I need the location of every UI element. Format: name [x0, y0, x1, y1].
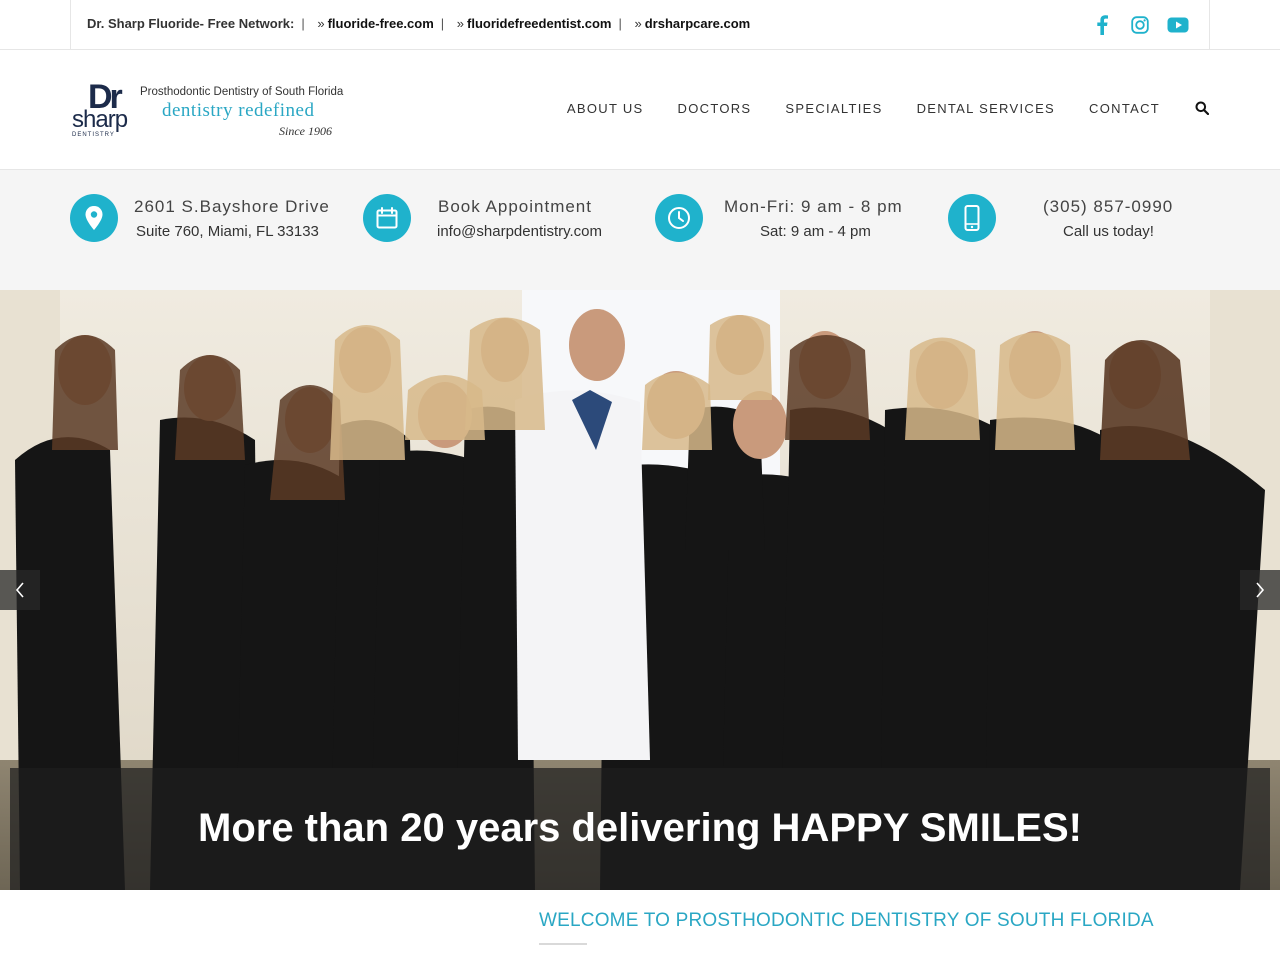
separator: |: [618, 16, 622, 31]
welcome-divider: [539, 943, 587, 945]
phone-icon: [948, 194, 996, 242]
link-fluoride-free[interactable]: fluoride-free.com: [328, 16, 434, 31]
search-icon[interactable]: [1194, 100, 1210, 116]
logo-tagline-top: Prosthodontic Dentistry of South Florida: [140, 86, 344, 98]
nav-about-us[interactable]: ABOUT US: [567, 101, 644, 116]
site-logo[interactable]: Dr sharp DENTISTRY Prosthodontic Dentist…: [70, 78, 344, 142]
hero-slider: More than 20 years delivering HAPPY SMIL…: [0, 290, 1280, 890]
info-address-line2: Suite 760, Miami, FL 33133: [136, 223, 319, 240]
info-phone-number[interactable]: (305) 857-0990: [1043, 197, 1173, 217]
info-appointment-email[interactable]: info@sharpdentistry.com: [437, 223, 602, 240]
chevron-right-icon: [1256, 582, 1265, 598]
network-label: Dr. Sharp Fluoride- Free Network:: [87, 16, 295, 31]
nav-dental-services[interactable]: DENTAL SERVICES: [917, 101, 1055, 116]
welcome-heading: WELCOME TO PROSTHODONTIC DENTISTRY OF SO…: [539, 910, 1154, 931]
slider-caption-box: More than 20 years delivering HAPPY SMIL…: [10, 768, 1270, 890]
info-hours-line1: Mon-Fri: 9 am - 8 pm: [724, 197, 903, 216]
calendar-icon: [363, 194, 411, 242]
logo-mark-sharp: sharp: [72, 106, 128, 133]
slider-caption: More than 20 years delivering HAPPY SMIL…: [198, 806, 1082, 850]
separator: |: [301, 16, 305, 31]
info-phone-line2: Call us today!: [1063, 223, 1154, 240]
chevron-left-icon: [15, 582, 24, 598]
link-prefix: »: [317, 16, 325, 31]
top-bar: Dr. Sharp Fluoride- Free Network: | » fluo…: [0, 0, 1280, 50]
location-pin-icon: [70, 194, 118, 242]
clock-icon: [655, 194, 703, 242]
logo-mark-dentistry: DENTISTRY: [72, 132, 115, 138]
info-hours: Mon-Fri: 9 am - 8 pm Sat: 9 am - 4 pm: [655, 194, 915, 244]
info-phone: (305) 857-0990 Call us today!: [948, 194, 1210, 244]
nav-doctors[interactable]: DOCTORS: [678, 101, 752, 116]
info-address: 2601 S.Bayshore Drive Suite 760, Miami, …: [70, 194, 332, 244]
link-prefix: »: [634, 16, 642, 31]
social-links: [1091, 14, 1189, 36]
logo-tagline-main: dentistry redefined: [162, 100, 315, 121]
site-header: Dr sharp DENTISTRY Prosthodontic Dentist…: [0, 50, 1280, 170]
info-appointment: Book Appointment info@sharpdentistry.com: [363, 194, 613, 244]
link-prefix: »: [456, 16, 465, 31]
network-links: Dr. Sharp Fluoride- Free Network: | » fluo…: [87, 16, 750, 31]
link-fluoridefreedentist[interactable]: fluoridefreedentist.com: [467, 16, 611, 31]
separator: |: [440, 16, 445, 31]
main-nav: ABOUT US DOCTORS SPECIALTIES DENTAL SERV…: [533, 100, 1210, 116]
info-address-line1: 2601 S.Bayshore Drive: [134, 197, 330, 216]
nav-specialties[interactable]: SPECIALTIES: [785, 101, 882, 116]
slider-next-button[interactable]: [1240, 570, 1280, 610]
top-bar-inner: Dr. Sharp Fluoride- Free Network: | » fluo…: [70, 0, 1210, 50]
facebook-icon[interactable]: [1091, 14, 1113, 36]
logo-tagline-since: Since 1906: [279, 124, 332, 138]
info-hours-line2: Sat: 9 am - 4 pm: [760, 223, 871, 240]
info-strip: 2601 S.Bayshore Drive Suite 760, Miami, …: [0, 170, 1280, 290]
nav-contact[interactable]: CONTACT: [1089, 101, 1160, 116]
logo-mark: Dr sharp DENTISTRY: [70, 78, 132, 142]
slider-prev-button[interactable]: [0, 570, 40, 610]
link-drsharpcare[interactable]: drsharpcare.com: [645, 16, 751, 31]
info-appointment-line1[interactable]: Book Appointment: [438, 197, 592, 217]
youtube-icon[interactable]: [1167, 14, 1189, 36]
instagram-icon[interactable]: [1129, 14, 1151, 36]
